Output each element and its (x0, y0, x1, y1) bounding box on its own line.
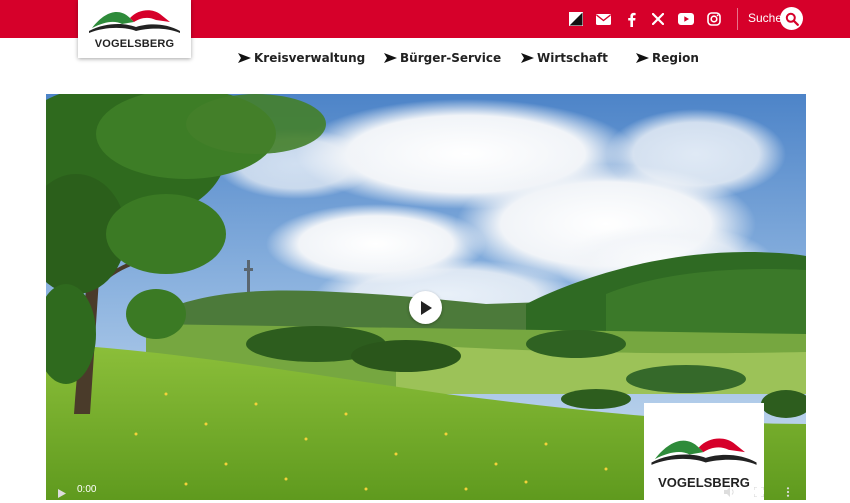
play-icon (420, 300, 432, 315)
nav-item-region[interactable]: Region (636, 50, 699, 66)
fullscreen-icon (753, 486, 765, 498)
volume-icon (724, 487, 734, 497)
control-play-button[interactable] (58, 485, 66, 503)
x-icon[interactable] (649, 10, 667, 28)
more-options-button[interactable] (786, 484, 790, 502)
nav-item-label: Kreisverwaltung (254, 51, 366, 65)
mail-icon[interactable] (594, 10, 612, 28)
volume-button[interactable] (724, 484, 736, 502)
instagram-icon[interactable] (705, 10, 723, 28)
nav-item-kreisverwaltung[interactable]: Kreisverwaltung (238, 50, 365, 66)
nav-arrow-icon (238, 53, 251, 63)
nav-item-buerger-service[interactable]: Bürger-Service (384, 50, 501, 66)
search-icon (785, 12, 799, 26)
nav-item-label: Wirtschaft (537, 51, 608, 65)
search-button[interactable] (780, 7, 803, 30)
fullscreen-button[interactable] (753, 484, 765, 502)
vogelsberg-logo-mark (89, 10, 180, 33)
nav-item-wirtschaft[interactable]: Wirtschaft (521, 50, 608, 66)
nav-arrow-icon (636, 53, 649, 63)
header-divider (737, 8, 738, 30)
nav-arrow-icon (521, 53, 534, 63)
vogelsberg-logo-mark (651, 438, 757, 465)
search-label[interactable]: Suche (748, 11, 782, 25)
video-controls: 0:00 (46, 480, 806, 500)
nav-arrow-icon (384, 53, 397, 63)
nav-item-label: Region (652, 51, 699, 65)
logo-text: VOGELSBERG (94, 38, 175, 50)
play-icon (58, 489, 66, 498)
site-logo[interactable]: VOGELSBERG (78, 0, 191, 58)
more-vertical-icon (786, 487, 790, 497)
contrast-icon[interactable] (567, 10, 585, 28)
youtube-icon[interactable] (677, 10, 695, 28)
nav-item-label: Bürger-Service (400, 51, 502, 65)
play-button[interactable] (409, 291, 442, 324)
facebook-icon[interactable] (622, 10, 640, 28)
current-time: 0:00 (77, 484, 97, 495)
